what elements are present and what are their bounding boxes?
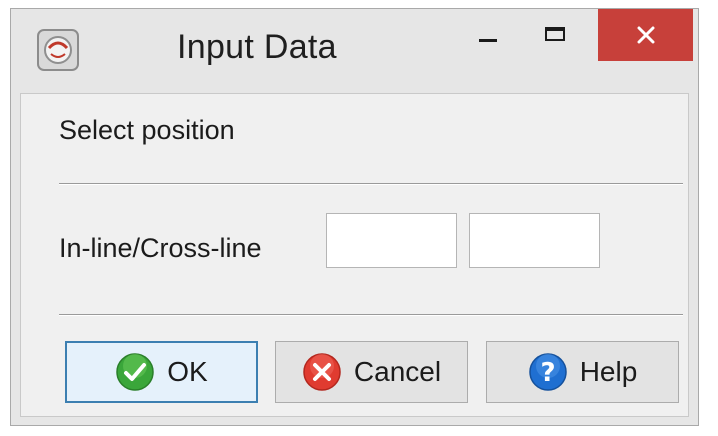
- ok-button[interactable]: OK: [65, 341, 258, 403]
- close-icon: [637, 26, 655, 44]
- help-icon: ?: [528, 353, 567, 391]
- help-button[interactable]: ? Help: [486, 341, 679, 403]
- minimize-button[interactable]: [463, 9, 519, 61]
- divider: [59, 314, 683, 316]
- check-icon: [116, 353, 155, 391]
- maximize-icon: [545, 27, 565, 41]
- ok-label: OK: [167, 356, 208, 387]
- inline-input[interactable]: [326, 213, 457, 268]
- close-button[interactable]: [598, 9, 693, 61]
- app-icon: [37, 29, 79, 71]
- divider: [59, 183, 683, 185]
- dialog-window: Input Data Select position In-line/Cross…: [10, 8, 699, 426]
- section-heading: Select position: [59, 115, 235, 145]
- dialog-body: Select position In-line/Cross-line OK Ca…: [20, 93, 689, 417]
- minimize-icon: [479, 39, 497, 42]
- inline-crossline-label: In-line/Cross-line: [59, 233, 262, 263]
- title-bar[interactable]: Input Data: [11, 9, 698, 95]
- window-title: Input Data: [177, 28, 337, 66]
- cancel-label: Cancel: [353, 356, 442, 387]
- maximize-button[interactable]: [529, 9, 587, 61]
- crossline-input[interactable]: [469, 213, 600, 268]
- cancel-button[interactable]: Cancel: [275, 341, 468, 403]
- svg-text:?: ?: [540, 358, 555, 388]
- help-label: Help: [579, 356, 638, 387]
- cancel-icon: [303, 353, 341, 391]
